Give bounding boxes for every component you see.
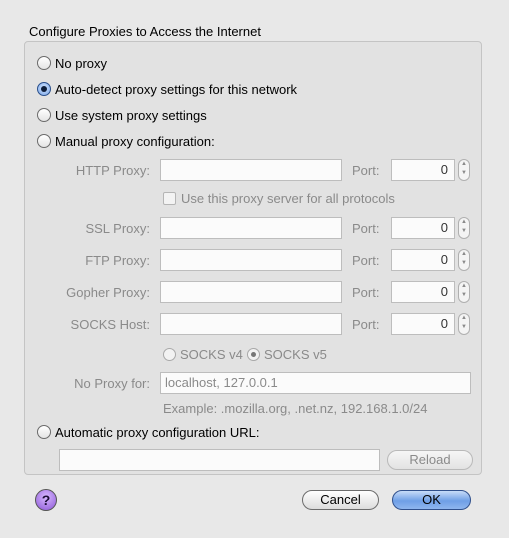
ssl-port-input[interactable]: 0	[391, 217, 455, 239]
ssl-proxy-label: SSL Proxy:	[85, 221, 150, 236]
gopher-port-stepper[interactable]: ▲ ▼	[458, 281, 470, 303]
radio-auto-detect-button[interactable]	[37, 82, 51, 96]
socks-v4-label: SOCKS v4	[180, 346, 243, 362]
help-button[interactable]: ?	[35, 489, 57, 511]
section-title: Configure Proxies to Access the Internet	[29, 24, 261, 39]
use-for-all-label: Use this proxy server for all protocols	[181, 191, 395, 206]
socks-v4-radio-row[interactable]: SOCKS v4	[163, 345, 243, 363]
radio-manual-proxy[interactable]: Manual proxy configuration:	[37, 132, 215, 150]
socks-port-label: Port:	[352, 317, 380, 332]
radio-system-proxy[interactable]: Use system proxy settings	[37, 106, 207, 124]
socks-v5-label: SOCKS v5	[264, 346, 327, 362]
gopher-port-label: Port:	[352, 285, 380, 300]
http-port-label: Port:	[352, 163, 380, 178]
socks-port-stepper[interactable]: ▲ ▼	[458, 313, 470, 335]
ssl-port-label: Port:	[352, 221, 380, 236]
radio-auto-url-button[interactable]	[37, 425, 51, 439]
socks-host-label: SOCKS Host:	[70, 317, 150, 332]
radio-auto-url[interactable]: Automatic proxy configuration URL:	[37, 423, 259, 441]
radio-auto-detect-label: Auto-detect proxy settings for this netw…	[55, 81, 298, 97]
ok-button[interactable]: OK	[392, 490, 471, 510]
socks-port-input[interactable]: 0	[391, 313, 455, 335]
ssl-proxy-input[interactable]	[160, 217, 342, 239]
no-proxy-for-label: No Proxy for:	[74, 376, 150, 391]
auto-url-input[interactable]	[59, 449, 380, 471]
radio-no-proxy-button[interactable]	[37, 56, 51, 70]
ftp-port-label: Port:	[352, 253, 380, 268]
radio-no-proxy[interactable]: No proxy	[37, 54, 107, 72]
gopher-port-input[interactable]: 0	[391, 281, 455, 303]
radio-no-proxy-label: No proxy	[55, 55, 108, 71]
radio-manual-proxy-label: Manual proxy configuration:	[55, 133, 215, 149]
ftp-proxy-input[interactable]	[160, 249, 342, 271]
no-proxy-example: Example: .mozilla.org, .net.nz, 192.168.…	[163, 401, 428, 416]
ftp-proxy-label: FTP Proxy:	[85, 253, 150, 268]
http-port-stepper[interactable]: ▲ ▼	[458, 159, 470, 181]
socks-host-input[interactable]	[160, 313, 342, 335]
radio-auto-url-label: Automatic proxy configuration URL:	[55, 424, 260, 440]
ftp-port-input[interactable]: 0	[391, 249, 455, 271]
socks-v5-radio[interactable]	[247, 347, 260, 361]
http-port-input[interactable]: 0	[391, 159, 455, 181]
ftp-port-stepper[interactable]: ▲ ▼	[458, 249, 470, 271]
cancel-button[interactable]: Cancel	[302, 490, 379, 510]
http-proxy-label: HTTP Proxy:	[75, 163, 150, 178]
socks-v5-radio-row[interactable]: SOCKS v5	[247, 345, 327, 363]
http-proxy-input[interactable]	[160, 159, 342, 181]
socks-v4-radio[interactable]	[163, 347, 176, 361]
ssl-port-stepper[interactable]: ▲ ▼	[458, 217, 470, 239]
radio-system-proxy-label: Use system proxy settings	[55, 107, 207, 123]
use-for-all-checkbox[interactable]	[163, 192, 176, 205]
radio-manual-proxy-button[interactable]	[37, 134, 51, 148]
radio-system-proxy-button[interactable]	[37, 108, 51, 122]
gopher-proxy-label: Gopher Proxy:	[66, 285, 150, 300]
gopher-proxy-input[interactable]	[160, 281, 342, 303]
radio-auto-detect[interactable]: Auto-detect proxy settings for this netw…	[37, 80, 297, 98]
reload-button[interactable]: Reload	[387, 450, 473, 470]
use-for-all-checkbox-row[interactable]: Use this proxy server for all protocols	[163, 191, 395, 206]
no-proxy-for-input[interactable]: localhost, 127.0.0.1	[160, 372, 471, 394]
